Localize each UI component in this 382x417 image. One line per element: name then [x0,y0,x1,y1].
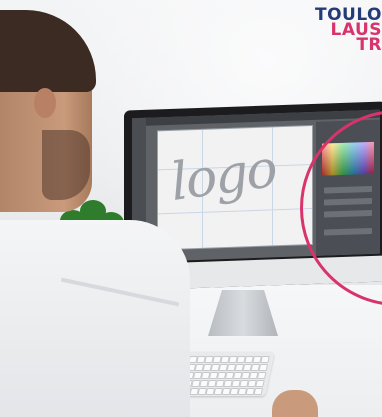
keyboard-key [256,372,267,379]
keyboard-key [255,380,265,387]
canvas-logo-word: logo [168,138,279,213]
keyboard-key [260,356,270,363]
person-ear [34,88,56,118]
brand-line-3: TR [356,35,382,55]
photo-scene: TOULO LAUS TR logo [0,0,382,417]
keyboard-key [253,388,264,395]
person-hand [272,390,318,417]
brand-logo-text: TOULO LAUS TR [315,7,382,55]
person-beard [42,130,90,200]
person-shirt [0,220,190,417]
keyboard-key [258,364,269,371]
